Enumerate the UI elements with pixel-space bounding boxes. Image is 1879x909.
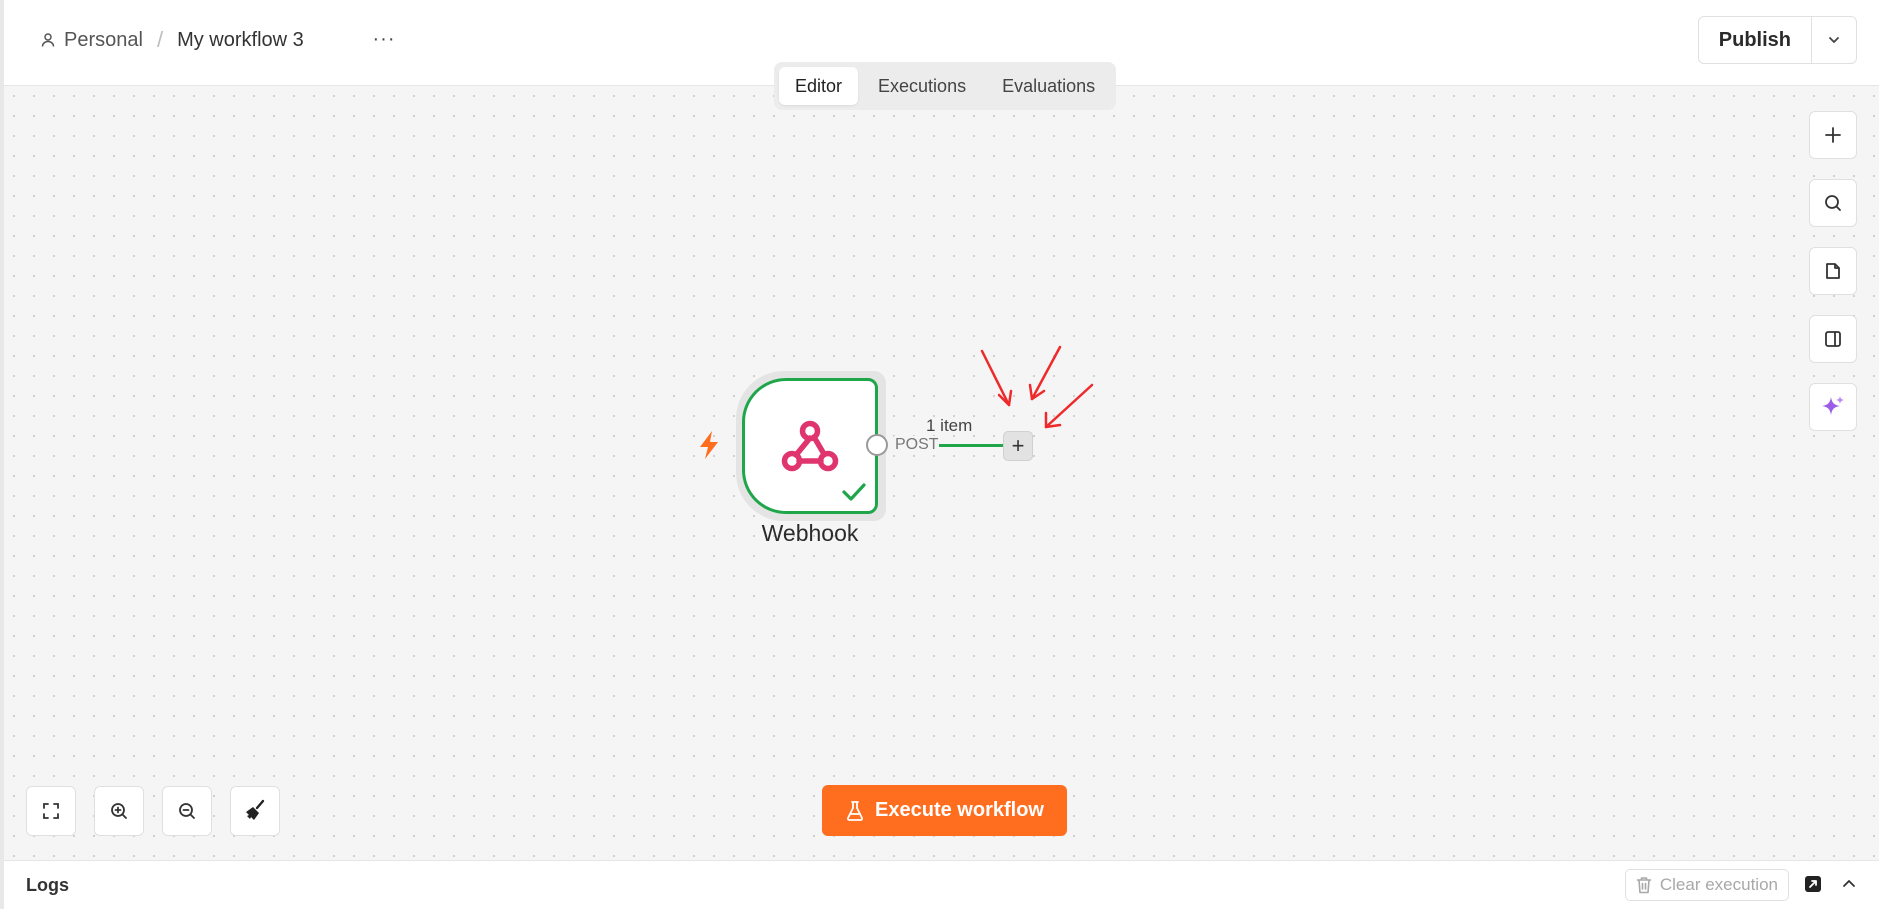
tab-editor[interactable]: Editor [779, 67, 859, 105]
project-label: Personal [64, 28, 143, 51]
workflow-canvas[interactable]: Webhook POST 1 item + Execute workflow [4, 86, 1879, 860]
chevron-down-icon [1829, 37, 1839, 43]
tab-evaluations[interactable]: Evaluations [986, 67, 1111, 105]
search-icon [1825, 195, 1841, 211]
output-label: POST [894, 436, 940, 454]
add-node-button[interactable] [1809, 111, 1857, 159]
execute-workflow-button[interactable]: Execute workflow [822, 785, 1067, 836]
fullscreen-icon [43, 803, 59, 819]
panel-icon [1825, 331, 1841, 347]
search-button[interactable] [1809, 179, 1857, 227]
sticky-note-button[interactable] [1809, 247, 1857, 295]
broom-icon [246, 799, 265, 820]
trash-icon [1636, 877, 1652, 894]
view-tabs: Editor Executions Evaluations [774, 62, 1117, 110]
success-check-icon [842, 483, 866, 501]
publish-group: Publish [1697, 16, 1857, 64]
zoom-out-icon [179, 803, 195, 819]
webhook-icon [781, 420, 839, 472]
fit-view-button[interactable] [26, 786, 76, 836]
lightning-icon [700, 431, 718, 459]
webhook-node[interactable] [742, 378, 878, 514]
user-icon [41, 33, 55, 47]
note-icon [1826, 263, 1840, 279]
toggle-panel-button[interactable] [1809, 315, 1857, 363]
tidy-up-button[interactable] [230, 786, 280, 836]
zoom-in-button[interactable] [94, 786, 144, 836]
node-label: Webhook [761, 520, 859, 546]
node-output-handle[interactable] [866, 434, 888, 456]
plus-icon [1825, 127, 1841, 143]
logs-panel: Logs Clear execution [4, 860, 1879, 909]
more-options-button[interactable]: ··· [366, 24, 402, 54]
logs-title[interactable]: Logs [26, 875, 69, 896]
right-toolbar [1809, 111, 1857, 431]
execute-label: Execute workflow [875, 799, 1044, 821]
breadcrumb: Personal / My workflow 3 [40, 27, 304, 53]
popout-icon[interactable] [1803, 874, 1823, 894]
zoom-out-button[interactable] [162, 786, 212, 836]
canvas-controls [26, 786, 280, 836]
workflow-name[interactable]: My workflow 3 [177, 29, 304, 52]
flask-icon [847, 800, 864, 821]
breadcrumb-separator: / [156, 27, 164, 52]
sparkle-icon [1822, 396, 1844, 415]
ai-assistant-button[interactable] [1809, 383, 1857, 431]
zoom-in-icon [111, 803, 127, 819]
breadcrumb-project[interactable]: Personal [40, 29, 143, 52]
publish-dropdown-button[interactable] [1812, 17, 1856, 63]
tab-executions[interactable]: Executions [862, 67, 982, 105]
clear-execution-label: Clear execution [1659, 875, 1778, 894]
app-window: Personal / My workflow 3 ··· Publish Edi… [0, 0, 1879, 909]
chevron-up-icon[interactable] [1839, 874, 1859, 894]
publish-button[interactable]: Publish [1699, 17, 1812, 63]
clear-execution-button[interactable]: Clear execution [1624, 869, 1789, 901]
annotation-arrows [980, 345, 1094, 429]
